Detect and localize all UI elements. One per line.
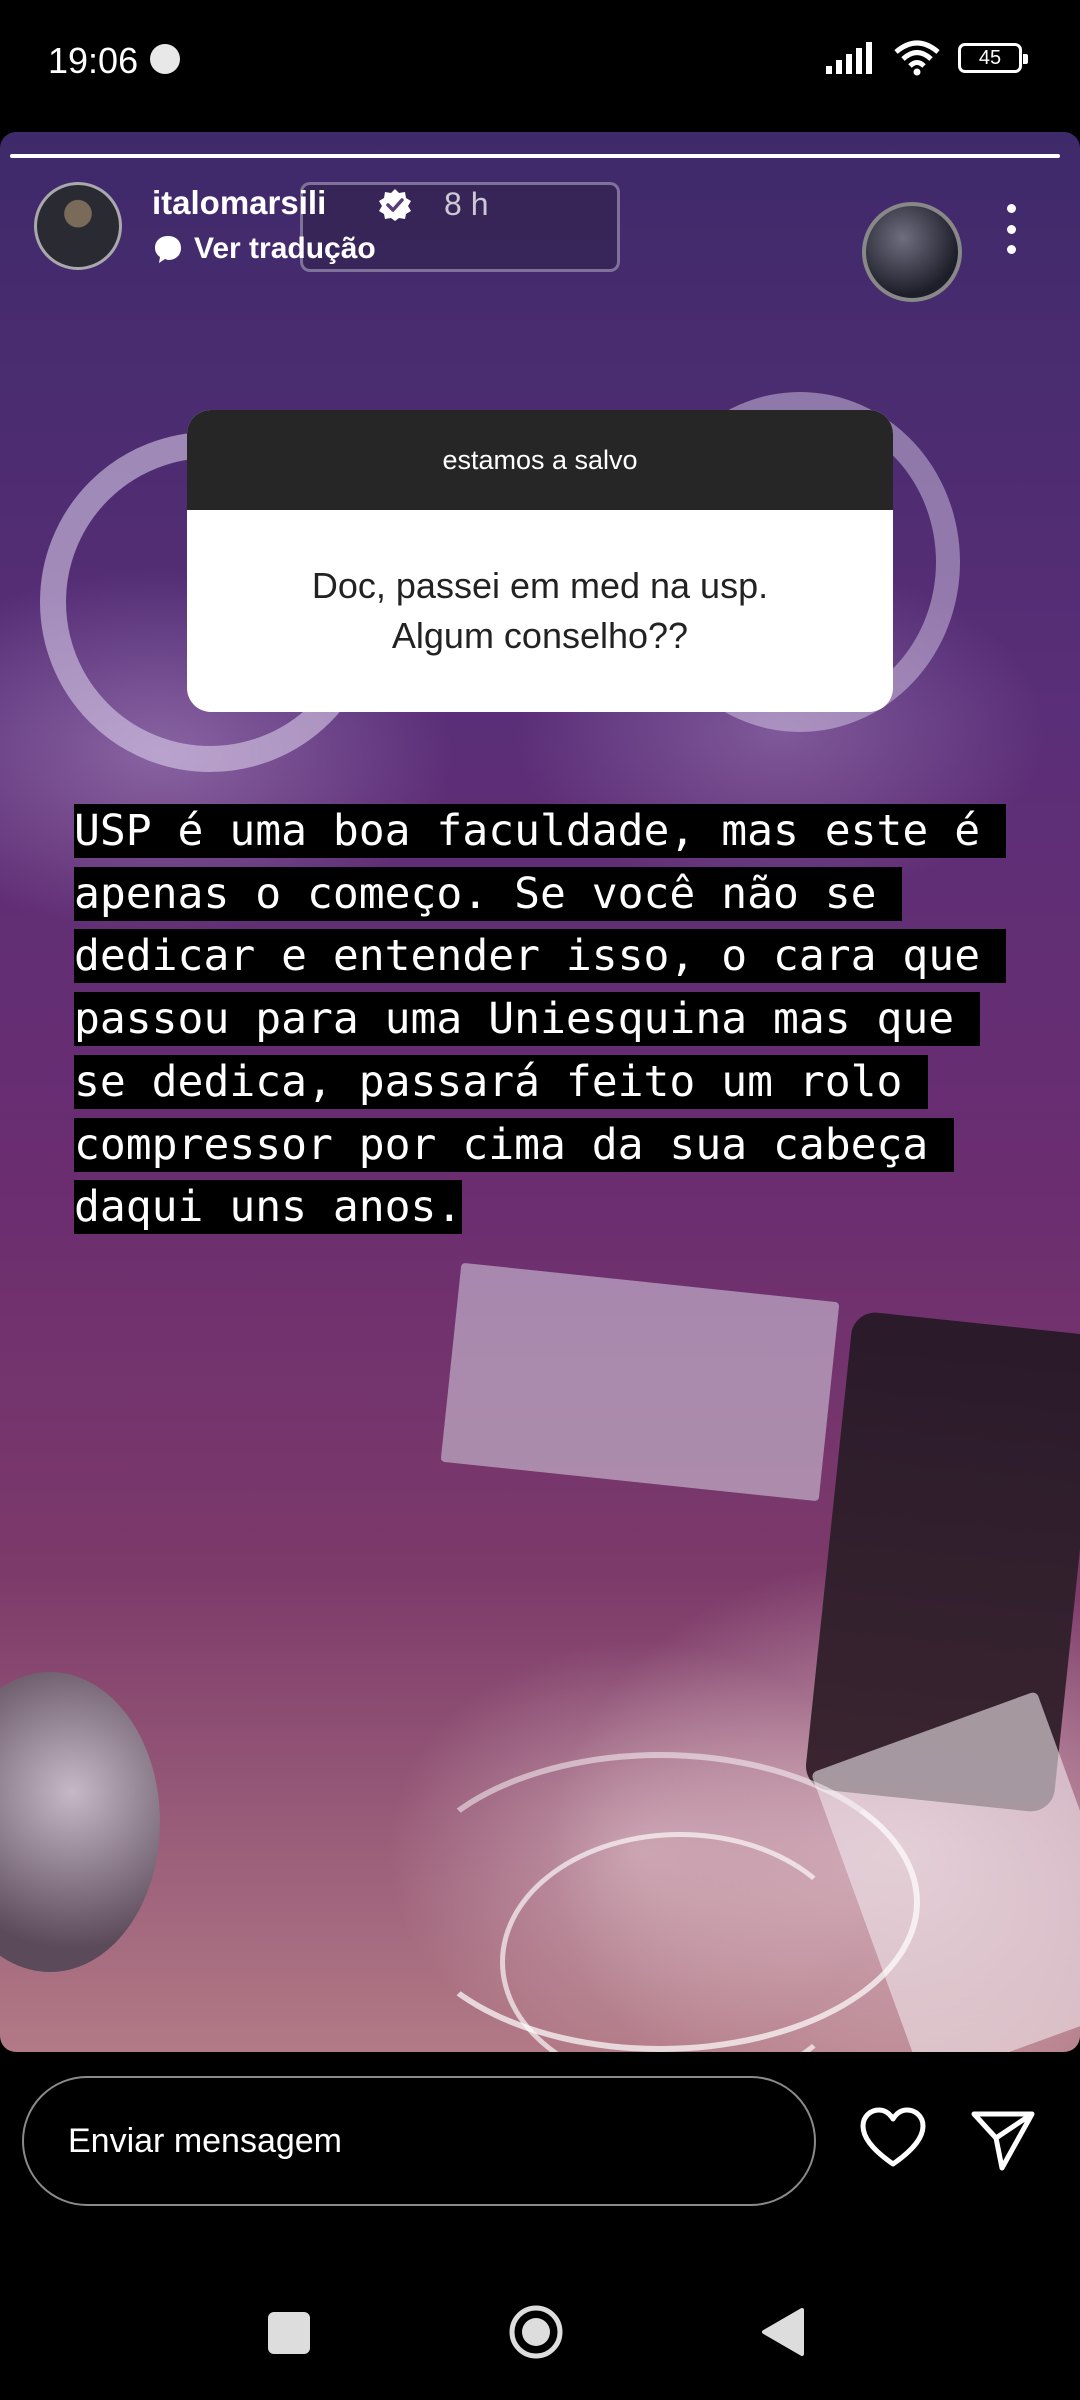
avatar[interactable] — [34, 182, 122, 270]
signal-icon — [826, 42, 872, 74]
story-progress-fill — [10, 154, 1060, 158]
background-photo — [0, 1672, 160, 1972]
story-card[interactable]: italomarsili 8 h Ver tradução estamos a … — [0, 132, 1080, 2052]
story-time-ago: 8 h — [444, 186, 489, 222]
status-time: 19:06 — [48, 40, 139, 81]
message-placeholder: Enviar mensagem — [68, 2121, 343, 2160]
send-icon[interactable] — [968, 2104, 1038, 2174]
username[interactable]: italomarsili — [152, 184, 326, 222]
home-icon[interactable] — [508, 2304, 564, 2360]
burger-king-icon — [150, 44, 180, 74]
verified-badge-icon — [379, 189, 411, 221]
question-sticker-prompt: estamos a salvo — [187, 410, 893, 510]
question-sticker-text: Doc, passei em med na usp. Algum conselh… — [311, 565, 769, 656]
message-input[interactable]: Enviar mensagem — [22, 2076, 816, 2206]
answer-text-block: USP é uma boa faculdade, mas este é apen… — [74, 800, 1014, 1239]
status-icons: 45 — [826, 40, 1028, 76]
battery-icon: 45 — [958, 43, 1028, 73]
background-photo — [440, 1262, 840, 1502]
recents-icon[interactable] — [268, 2312, 310, 2354]
back-icon[interactable] — [758, 2306, 806, 2358]
battery-level: 45 — [978, 46, 1002, 69]
translate-button[interactable]: Ver tradução — [152, 232, 376, 266]
translate-label: Ver tradução — [194, 232, 376, 265]
answer-text: USP é uma boa faculdade, mas este é apen… — [74, 804, 1006, 1235]
background-photo — [862, 202, 962, 302]
question-sticker[interactable]: estamos a salvo Doc, passei em med na us… — [187, 410, 893, 712]
speech-bubble-icon — [155, 236, 181, 263]
more-options-icon[interactable] — [1004, 204, 1018, 254]
heart-icon[interactable] — [858, 2104, 928, 2174]
story-progress-bar — [10, 154, 1060, 158]
status-bar: 19:06 45 — [0, 0, 1080, 120]
wifi-icon — [894, 40, 940, 76]
